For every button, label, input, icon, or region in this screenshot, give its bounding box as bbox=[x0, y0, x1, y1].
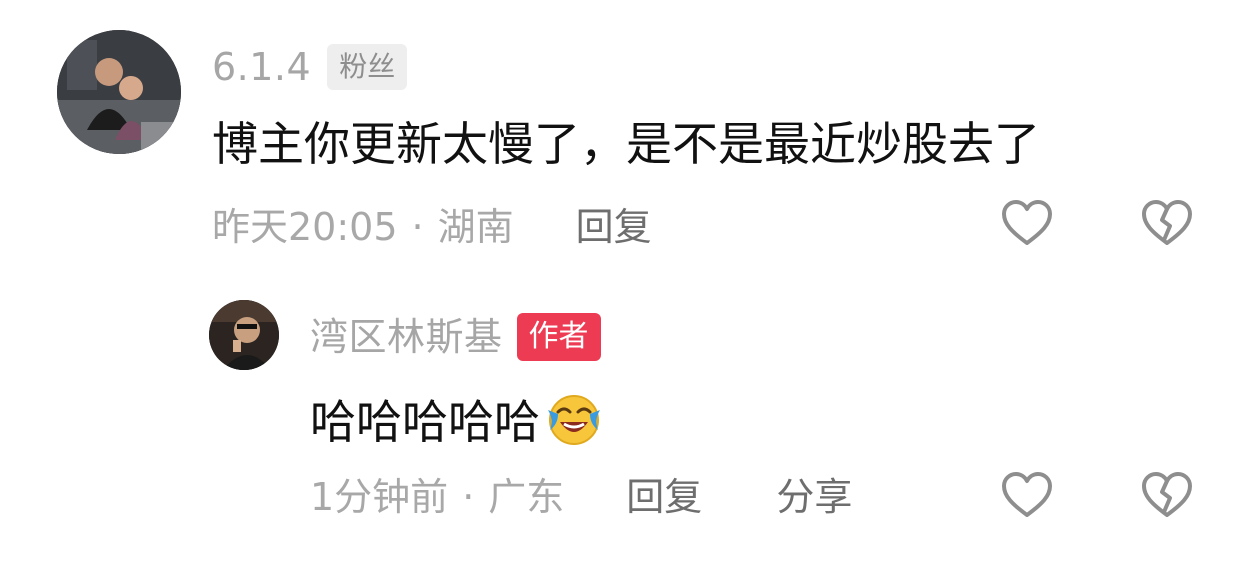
heart-icon[interactable] bbox=[1000, 198, 1054, 248]
avatar[interactable] bbox=[209, 300, 279, 370]
username[interactable]: 湾区林斯基 bbox=[310, 318, 503, 356]
separator-dot: · bbox=[411, 205, 424, 249]
comment-location: 广东 bbox=[488, 475, 565, 519]
comment-text: 博主你更新太慢了，是不是最近炒股去了 bbox=[212, 117, 1040, 171]
fan-badge: 粉丝 bbox=[327, 44, 408, 90]
comment-time: 1分钟前 bbox=[310, 475, 449, 519]
avatar[interactable] bbox=[57, 30, 181, 154]
broken-heart-icon[interactable] bbox=[1140, 198, 1194, 248]
separator-dot: · bbox=[462, 475, 475, 519]
heart-icon[interactable] bbox=[1000, 470, 1054, 520]
share-button[interactable]: 分享 bbox=[776, 478, 852, 516]
username[interactable]: 6.1.4 bbox=[212, 48, 311, 86]
comment-location: 湖南 bbox=[437, 205, 514, 249]
comment-text: 哈哈哈哈哈 bbox=[310, 395, 540, 449]
author-badge: 作者 bbox=[516, 313, 601, 361]
laughing-crying-emoji bbox=[544, 390, 604, 446]
reply-button[interactable]: 回复 bbox=[626, 478, 702, 516]
broken-heart-icon[interactable] bbox=[1140, 470, 1194, 520]
reply-button[interactable]: 回复 bbox=[576, 208, 652, 246]
comment-time: 昨天20:05 bbox=[212, 205, 398, 249]
